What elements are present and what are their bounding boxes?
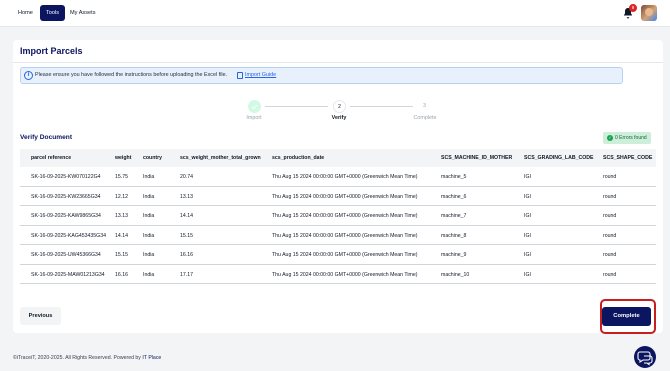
- col-machine-id-cell: machine_6: [441, 193, 467, 200]
- col-weight-cell: 12.12: [115, 193, 128, 200]
- step-complete-label: Complete: [413, 115, 437, 121]
- avatar[interactable]: [641, 5, 657, 21]
- col-parcel-reference-cell: SK-16-09-2025-KW23665G34: [31, 193, 101, 200]
- col-parcel-reference-cell: SK-16-09-2025-KAG453435G34: [31, 232, 106, 239]
- info-icon: i: [24, 71, 33, 80]
- col-production-date-cell: Thu Aug 15 2024 00:00:00 GMT+0000 (Green…: [272, 213, 418, 219]
- col-country-cell: India: [143, 193, 155, 200]
- import-card: Import Parcels i Please ensure you have …: [13, 40, 663, 334]
- step-verify-label: Verify: [331, 115, 347, 121]
- col-machine-id-cell: machine_10: [441, 271, 470, 278]
- footer-copyright: ©iTraceiT, 2020-2025. All Rights Reserve…: [13, 355, 141, 361]
- col-weight-header: weight: [115, 155, 132, 161]
- nav-tools[interactable]: Tools: [40, 5, 66, 21]
- complete-button[interactable]: Complete: [602, 307, 651, 326]
- col-production-date-cell: Thu Aug 15 2024 00:00:00 GMT+0000 (Green…: [272, 252, 418, 258]
- top-navbar: Home Tools My Assets 9: [0, 0, 670, 27]
- step-connector: [350, 106, 413, 107]
- col-scs-weight-cell: 15.15: [180, 232, 193, 239]
- info-banner: i Please ensure you have followed the in…: [20, 67, 623, 84]
- guide-icon[interactable]: [237, 72, 243, 79]
- col-parcel-reference-cell: SK-16-09-2025-MAW01213G34: [31, 271, 105, 278]
- col-country-cell: India: [143, 174, 155, 180]
- table-row: SK-16-09-2025-KW070122G4 15.75 India 20.74 T…: [20, 167, 656, 187]
- col-weight-cell: 13.13: [115, 213, 128, 219]
- col-parcel-reference-header: parcel reference: [31, 155, 72, 161]
- col-weight-cell: 15.75: [115, 174, 128, 180]
- step-connector: [265, 106, 328, 107]
- check-icon: [251, 104, 258, 110]
- col-country-cell: India: [143, 252, 155, 258]
- col-grading-lab-cell: IGI: [524, 252, 531, 258]
- info-text: Please ensure you have followed the inst…: [35, 72, 228, 78]
- col-shape-code-cell: round: [603, 271, 617, 278]
- col-scs-weight-cell: 14.14: [180, 213, 193, 219]
- col-production-date-cell: Thu Aug 15 2024 00:00:00 GMT+0000 (Green…: [272, 271, 418, 278]
- errors-badge: ✓ 0 Errors found: [603, 132, 651, 144]
- col-grading-lab-cell: IGI: [524, 193, 531, 200]
- col-scs-weight-cell: 16.16: [180, 252, 193, 258]
- col-country-cell: India: [143, 271, 155, 278]
- col-production-date-header: scs_production_date: [272, 155, 325, 161]
- table-row: SK-16-09-2025-KAW9865G34 13.13 India 14.14 T…: [20, 206, 656, 226]
- col-grading-lab-cell: IGI: [524, 232, 531, 239]
- footer: ©iTraceiT, 2020-2025. All Rights Reserve…: [13, 355, 161, 361]
- col-production-date-cell: Thu Aug 15 2024 00:00:00 GMT+0000 (Green…: [272, 232, 418, 239]
- chat-button[interactable]: [634, 346, 656, 368]
- col-weight-cell: 16.16: [115, 271, 128, 278]
- col-parcel-reference-cell: SK-16-09-2025-KW070122G4: [31, 174, 101, 180]
- step-verify-circle: 2: [333, 100, 346, 113]
- col-shape-code-header: SCS_SHAPE_CODE: [603, 155, 653, 161]
- col-machine-id-cell: machine_5: [441, 174, 467, 180]
- col-parcel-reference-cell: SK-16-09-2025-UW45366G34: [31, 252, 101, 258]
- col-shape-code-cell: round: [603, 174, 617, 180]
- col-shape-code-cell: round: [603, 213, 617, 219]
- col-scs-weight-cell: 20.74: [180, 174, 193, 180]
- col-production-date-cell: Thu Aug 15 2024 00:00:00 GMT+0000 (Green…: [272, 193, 418, 200]
- table-row: SK-16-09-2025-UW45366G34 15.15 India 16.16 T…: [20, 245, 656, 265]
- step-import-circle: [248, 100, 261, 113]
- table-row: SK-16-09-2025-KW23665G34 12.12 India 13.13 T…: [20, 187, 656, 206]
- notification-badge: 9: [629, 4, 637, 12]
- previous-button[interactable]: Previous: [20, 307, 61, 325]
- col-machine-id-cell: machine_9: [441, 252, 467, 258]
- errors-text: 0 Errors found: [615, 135, 647, 141]
- page-title: Import Parcels: [20, 46, 83, 56]
- col-machine-id-cell: machine_8: [441, 232, 467, 239]
- table-header: parcel reference weight country scs_weight_…: [20, 149, 656, 167]
- import-guide-link[interactable]: Import Guide: [245, 72, 276, 78]
- nav-home[interactable]: Home: [12, 5, 39, 21]
- check-icon: ✓: [607, 135, 613, 141]
- col-country-cell: India: [143, 213, 155, 219]
- col-machine-id-cell: machine_7: [441, 213, 467, 219]
- col-grading-lab-header: SCS_GRADING_LAB_CODE: [524, 155, 594, 161]
- col-weight-cell: 14.14: [115, 232, 128, 239]
- step-complete-circle: 3: [418, 100, 431, 113]
- col-shape-code-cell: round: [603, 252, 617, 258]
- nav-my-assets[interactable]: My Assets: [64, 5, 102, 21]
- col-grading-lab-cell: IGI: [524, 271, 531, 278]
- col-shape-code-cell: round: [603, 232, 617, 239]
- verify-title: Verify Document: [20, 134, 73, 141]
- col-grading-lab-cell: IGI: [524, 174, 531, 180]
- footer-brand[interactable]: IT Place: [142, 355, 161, 361]
- chat-icon: [637, 351, 653, 366]
- col-country-header: country: [143, 155, 163, 161]
- col-grading-lab-cell: IGI: [524, 213, 531, 219]
- col-country-cell: India: [143, 232, 155, 239]
- col-production-date-cell: Thu Aug 15 2024 00:00:00 GMT+0000 (Green…: [272, 174, 418, 180]
- col-machine-id-header: SCS_MACHINE_ID_MOTHER: [441, 155, 513, 161]
- col-scs-weight-cell: 17.17: [180, 271, 193, 278]
- table-row: SK-16-09-2025-KAG453435G34 14.14 India 15.1…: [20, 226, 656, 245]
- step-import-label: Import: [246, 115, 262, 121]
- table-row: SK-16-09-2025-MAW01213G34 16.16 India 17.17…: [20, 265, 656, 284]
- col-scs-weight-cell: 13.13: [180, 193, 193, 200]
- col-shape-code-cell: round: [603, 193, 617, 200]
- divider: [13, 62, 663, 63]
- col-parcel-reference-cell: SK-16-09-2025-KAW9865G34: [31, 213, 101, 219]
- col-weight-cell: 15.15: [115, 252, 128, 258]
- col-scs-weight-header: scs_weight_mother_total_grown: [180, 155, 261, 161]
